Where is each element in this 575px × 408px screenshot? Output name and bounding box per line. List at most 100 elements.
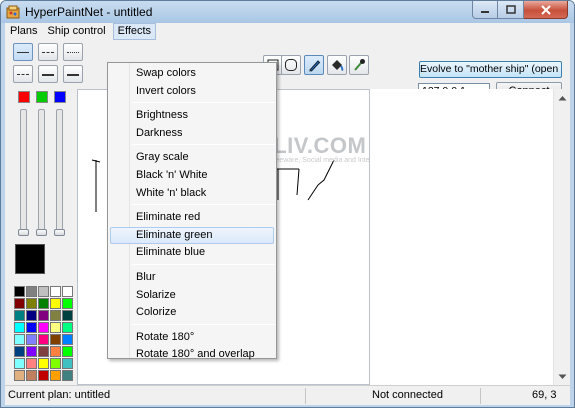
palette-color-swatch[interactable] <box>62 370 73 381</box>
palette-color-swatch[interactable] <box>62 334 73 345</box>
palette-color-swatch[interactable] <box>50 322 61 333</box>
menu-item-brightness[interactable]: Brightness <box>110 107 274 124</box>
thick-line-icon <box>67 74 79 76</box>
red-swatch <box>18 91 30 103</box>
palette-color-swatch[interactable] <box>26 298 37 309</box>
blue-slider-thumb[interactable] <box>54 229 65 236</box>
palette-color-swatch[interactable] <box>26 358 37 369</box>
eyedropper-icon <box>354 59 365 71</box>
minimize-button[interactable] <box>472 1 498 19</box>
palette-color-swatch[interactable] <box>50 310 61 321</box>
menu-item-blur[interactable]: Blur <box>110 269 274 286</box>
color-palette <box>14 286 73 381</box>
green-slider[interactable] <box>38 109 45 234</box>
menu-item-eliminate-blue[interactable]: Eliminate blue <box>110 244 274 261</box>
color-picker-tool-button[interactable] <box>349 55 369 75</box>
palette-color-swatch[interactable] <box>50 286 61 297</box>
chevron-down-icon <box>558 374 567 379</box>
palette-color-swatch[interactable] <box>50 370 61 381</box>
palette-color-swatch[interactable] <box>38 286 49 297</box>
palette-color-swatch[interactable] <box>26 346 37 357</box>
palette-color-swatch[interactable] <box>38 322 49 333</box>
palette-color-swatch[interactable] <box>38 334 49 345</box>
menu-ship-control[interactable]: Ship control <box>43 23 111 40</box>
menu-item-rotate-180-and-overlap[interactable]: Rotate 180° and overlap <box>110 346 274 363</box>
palette-color-swatch[interactable] <box>50 358 61 369</box>
effects-dropdown-menu: Swap colors Invert colors Brightness Darkne… <box>107 62 277 360</box>
pencil-tool-button[interactable] <box>304 55 324 75</box>
palette-color-swatch[interactable] <box>62 358 73 369</box>
line-style-dash-button[interactable] <box>38 43 58 61</box>
menu-item-swap-colors[interactable]: Swap colors <box>110 65 274 82</box>
palette-color-swatch[interactable] <box>38 358 49 369</box>
menu-item-solarize[interactable]: Solarize <box>110 287 274 304</box>
palette-color-swatch[interactable] <box>38 346 49 357</box>
ellipse-tool-button[interactable] <box>281 55 301 75</box>
evolve-mother-ship-button[interactable]: Evolve to "mother ship" (open server) <box>419 61 562 78</box>
client-area: Plans Ship control Effects Evolve to "mo… <box>5 23 570 405</box>
palette-color-swatch[interactable] <box>14 286 25 297</box>
palette-color-swatch[interactable] <box>62 286 73 297</box>
menu-item-darkness[interactable]: Darkness <box>110 125 274 142</box>
line-style-dot-button[interactable] <box>63 43 83 61</box>
app-window: HyperPaintNet - untitled Plans Ship cont… <box>0 0 575 408</box>
close-button[interactable] <box>524 1 568 19</box>
red-slider-thumb[interactable] <box>18 229 29 236</box>
line-width-medium-button[interactable] <box>38 65 58 83</box>
palette-color-swatch[interactable] <box>62 310 73 321</box>
palette-color-swatch[interactable] <box>14 358 25 369</box>
menu-item-eliminate-green[interactable]: Eliminate green <box>110 226 274 244</box>
palette-color-swatch[interactable] <box>14 310 25 321</box>
menu-item-colorize[interactable]: Colorize <box>110 304 274 321</box>
line-width-thick-button[interactable] <box>63 65 83 83</box>
palette-color-swatch[interactable] <box>14 298 25 309</box>
maximize-icon <box>505 5 516 14</box>
menu-effects[interactable]: Effects <box>112 23 157 40</box>
palette-color-swatch[interactable] <box>14 346 25 357</box>
menu-item-invert-colors[interactable]: Invert colors <box>110 83 274 100</box>
menu-item-white-n-black[interactable]: White 'n' black <box>110 185 274 202</box>
scroll-down-button[interactable] <box>554 368 571 385</box>
palette-color-swatch[interactable] <box>62 322 73 333</box>
palette-color-swatch[interactable] <box>50 334 61 345</box>
palette-color-swatch[interactable] <box>38 310 49 321</box>
green-slider-thumb[interactable] <box>36 229 47 236</box>
palette-color-swatch[interactable] <box>26 286 37 297</box>
palette-color-swatch[interactable] <box>14 370 25 381</box>
palette-color-swatch[interactable] <box>26 322 37 333</box>
blue-slider[interactable] <box>56 109 63 234</box>
menu-item-black-n-white[interactable]: Black 'n' White <box>110 167 274 184</box>
palette-color-swatch[interactable] <box>26 310 37 321</box>
palette-color-swatch[interactable] <box>14 334 25 345</box>
palette-color-swatch[interactable] <box>38 370 49 381</box>
status-divider <box>480 388 481 404</box>
menu-plans[interactable]: Plans <box>5 23 43 40</box>
menu-item-rotate-180[interactable]: Rotate 180° <box>110 329 274 346</box>
toolbar: Evolve to "mother ship" (open server) 12… <box>5 41 570 100</box>
palette-color-swatch[interactable] <box>14 322 25 333</box>
red-slider[interactable] <box>20 109 27 234</box>
menu-item-eliminate-red[interactable]: Eliminate red <box>110 209 274 226</box>
thin-line-icon <box>17 74 29 75</box>
line-width-thin-button[interactable] <box>13 65 33 83</box>
scroll-up-button[interactable] <box>554 89 571 106</box>
palette-color-swatch[interactable] <box>38 298 49 309</box>
palette-color-swatch[interactable] <box>26 334 37 345</box>
palette-color-swatch[interactable] <box>62 346 73 357</box>
blue-swatch <box>54 91 66 103</box>
line-style-solid-button[interactable] <box>13 43 33 61</box>
vertical-scrollbar[interactable] <box>553 89 570 385</box>
palette-color-swatch[interactable] <box>62 298 73 309</box>
status-coordinates: 69, 3 <box>532 389 557 401</box>
close-icon <box>540 4 551 15</box>
fill-tool-button[interactable] <box>327 55 347 75</box>
menu-separator <box>132 264 275 265</box>
right-empty-panel <box>370 89 570 385</box>
palette-color-swatch[interactable] <box>26 370 37 381</box>
menu-item-gray-scale[interactable]: Gray scale <box>110 149 274 166</box>
palette-color-swatch[interactable] <box>50 298 61 309</box>
palette-color-swatch[interactable] <box>50 346 61 357</box>
menu-separator <box>132 144 275 146</box>
maximize-button[interactable] <box>498 1 524 19</box>
status-divider <box>305 388 306 404</box>
